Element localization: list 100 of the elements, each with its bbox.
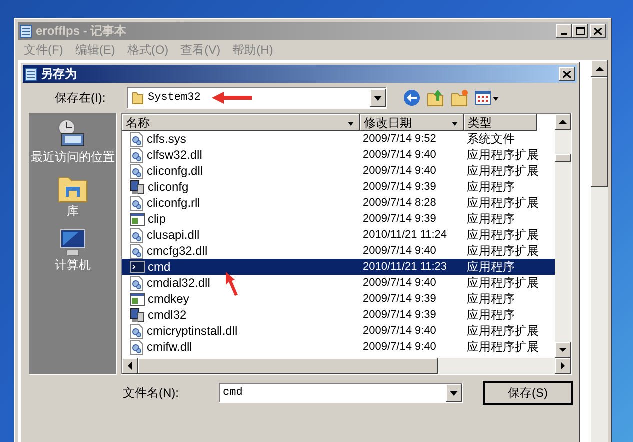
computer-setup-icon <box>130 180 145 194</box>
file-type: 系统文件 <box>466 131 516 148</box>
notepad-icon <box>20 24 32 38</box>
file-row[interactable]: clip 2009/7/14 9:39 应用程序 <box>122 211 555 227</box>
file-name: cmifw.dll <box>147 339 192 356</box>
minimize-icon <box>561 33 567 35</box>
save-button[interactable]: 保存(S) <box>483 381 573 405</box>
places-item[interactable]: 库 <box>31 174 115 218</box>
places-label: 最近访问的位置 <box>31 150 115 164</box>
modified-date: 2009/7/14 9:39 <box>362 180 438 195</box>
file-name: cmcfg32.dll <box>147 243 208 260</box>
scrollbar-thumb[interactable] <box>555 154 571 162</box>
close-icon <box>594 28 602 34</box>
minimize-button[interactable] <box>556 24 572 38</box>
modified-date: 2009/7/14 9:40 <box>362 244 438 259</box>
file-name: cmd <box>148 259 171 276</box>
maximize-button[interactable] <box>572 24 588 38</box>
dialog-title: 另存为 <box>41 66 78 83</box>
computer-setup-icon <box>130 308 145 322</box>
file-type: 应用程序扩展 <box>466 243 537 260</box>
file-name: cmdkey <box>148 291 190 308</box>
modified-date: 2009/7/14 9:52 <box>362 132 438 147</box>
scrollbar-thumb[interactable] <box>591 77 608 187</box>
file-type: 应用程序扩展 <box>466 227 537 244</box>
file-name: clusapi.dll <box>147 227 200 244</box>
file-type: 应用程序 <box>466 307 516 324</box>
close-icon <box>563 70 571 78</box>
view-menu-icon[interactable] <box>475 91 491 105</box>
caret-icon <box>373 93 383 103</box>
modified-date: 2009/7/14 9:40 <box>362 340 438 355</box>
save-in-value: System32 <box>148 90 201 106</box>
file-type: 应用程序扩展 <box>466 147 537 164</box>
file-row[interactable]: cmdkey 2009/7/14 9:39 应用程序 <box>122 291 555 307</box>
file-type: 应用程序 <box>466 179 516 196</box>
file-type: 应用程序扩展 <box>466 195 537 212</box>
file-row[interactable]: cliconfg 2009/7/14 9:39 应用程序 <box>122 179 555 195</box>
file-name: cmdl32 <box>148 307 187 324</box>
file-row[interactable]: cmdial32.dll 2009/7/14 9:40 应用程序扩展 <box>122 275 555 291</box>
caret-icon <box>558 117 568 127</box>
file-type: 应用程序扩展 <box>466 275 537 292</box>
modified-date: 2009/7/14 9:39 <box>362 212 438 227</box>
file-row[interactable]: cliconfg.rll 2009/7/14 8:28 应用程序扩展 <box>122 195 555 211</box>
modified-date: 2010/11/21 11:24 <box>362 228 448 243</box>
file-type: 应用程序扩展 <box>466 339 537 356</box>
file-type: 应用程序 <box>466 211 516 228</box>
file-type: 应用程序扩展 <box>466 323 537 340</box>
file-name-value: cmd <box>222 386 244 401</box>
back-icon[interactable] <box>403 89 421 107</box>
notepad-icon <box>25 67 37 81</box>
file-type: 应用程序扩展 <box>466 163 537 180</box>
file-name: cliconfg.dll <box>147 163 204 180</box>
file-name: clfs.sys <box>147 131 186 148</box>
close-button[interactable] <box>559 67 575 81</box>
window-icon <box>130 212 145 226</box>
file-name: clip <box>148 211 166 228</box>
folder-icon <box>132 91 144 105</box>
file-name: cmdial32.dll <box>147 275 210 292</box>
places-label: 计算机 <box>55 258 91 272</box>
file-type: 应用程序 <box>466 291 516 308</box>
modified-date: 2009/7/14 9:40 <box>362 276 438 291</box>
file-name-field[interactable]: cmd <box>219 383 463 403</box>
file-row[interactable]: cmicryptinstall.dll 2009/7/14 9:40 应用程序扩展 <box>122 323 555 339</box>
modified-date: 2009/7/14 8:28 <box>362 196 438 211</box>
file-row[interactable]: cmifw.dll 2009/7/14 9:40 应用程序扩展 <box>122 339 555 355</box>
scrollbar-thumb[interactable] <box>138 358 438 374</box>
close-button[interactable] <box>590 24 606 38</box>
maximize-icon <box>576 27 584 35</box>
modified-date: 2009/7/14 9:39 <box>362 308 438 323</box>
file-row[interactable]: cliconfg.dll 2009/7/14 9:40 应用程序扩展 <box>122 163 555 179</box>
file-row[interactable]: cmd 2010/11/21 11:23 应用程序 <box>122 259 555 275</box>
file-row[interactable]: clfsw32.dll 2009/7/14 9:40 应用程序扩展 <box>122 147 555 163</box>
caret-icon <box>449 388 459 398</box>
file-name: clfsw32.dll <box>147 147 202 164</box>
column-header[interactable]: 名称 <box>122 114 360 131</box>
save-in-label: 保存在(I): <box>55 90 107 107</box>
file-row[interactable]: cmcfg32.dll 2009/7/14 9:40 应用程序扩展 <box>122 243 555 259</box>
modified-date: 2009/7/14 9:40 <box>362 324 438 339</box>
modified-date: 2009/7/14 9:40 <box>362 148 438 163</box>
annotation-arrow <box>212 92 252 104</box>
file-name: cliconfg.rll <box>147 195 200 212</box>
save-in-dropdown[interactable]: System32 <box>127 87 387 109</box>
modified-date: 2009/7/14 9:39 <box>362 292 438 307</box>
window-title: erofflps - 记事本 <box>36 23 128 40</box>
modified-date: 2010/11/21 11:23 <box>362 260 448 275</box>
file-name-label: 文件名(N): <box>123 385 180 402</box>
places-label: 库 <box>67 204 79 218</box>
file-row[interactable]: clusapi.dll 2010/11/21 11:24 应用程序扩展 <box>122 227 555 243</box>
file-type: 应用程序 <box>466 259 516 276</box>
window-icon <box>130 292 145 306</box>
annotation-arrow <box>226 272 240 296</box>
modified-date: 2009/7/14 9:40 <box>362 164 438 179</box>
file-row[interactable]: clfs.sys 2009/7/14 9:52 系统文件 <box>122 131 555 147</box>
places-item[interactable]: 最近访问的位置 <box>31 118 115 164</box>
file-name: cliconfg <box>148 179 189 196</box>
console-icon <box>130 261 145 273</box>
places-item[interactable]: 计算机 <box>31 228 115 272</box>
column-header[interactable]: 修改日期 <box>360 114 464 131</box>
column-header[interactable]: 类型 <box>464 114 537 131</box>
file-name: cmicryptinstall.dll <box>147 323 238 340</box>
file-row[interactable]: cmdl32 2009/7/14 9:39 应用程序 <box>122 307 555 323</box>
